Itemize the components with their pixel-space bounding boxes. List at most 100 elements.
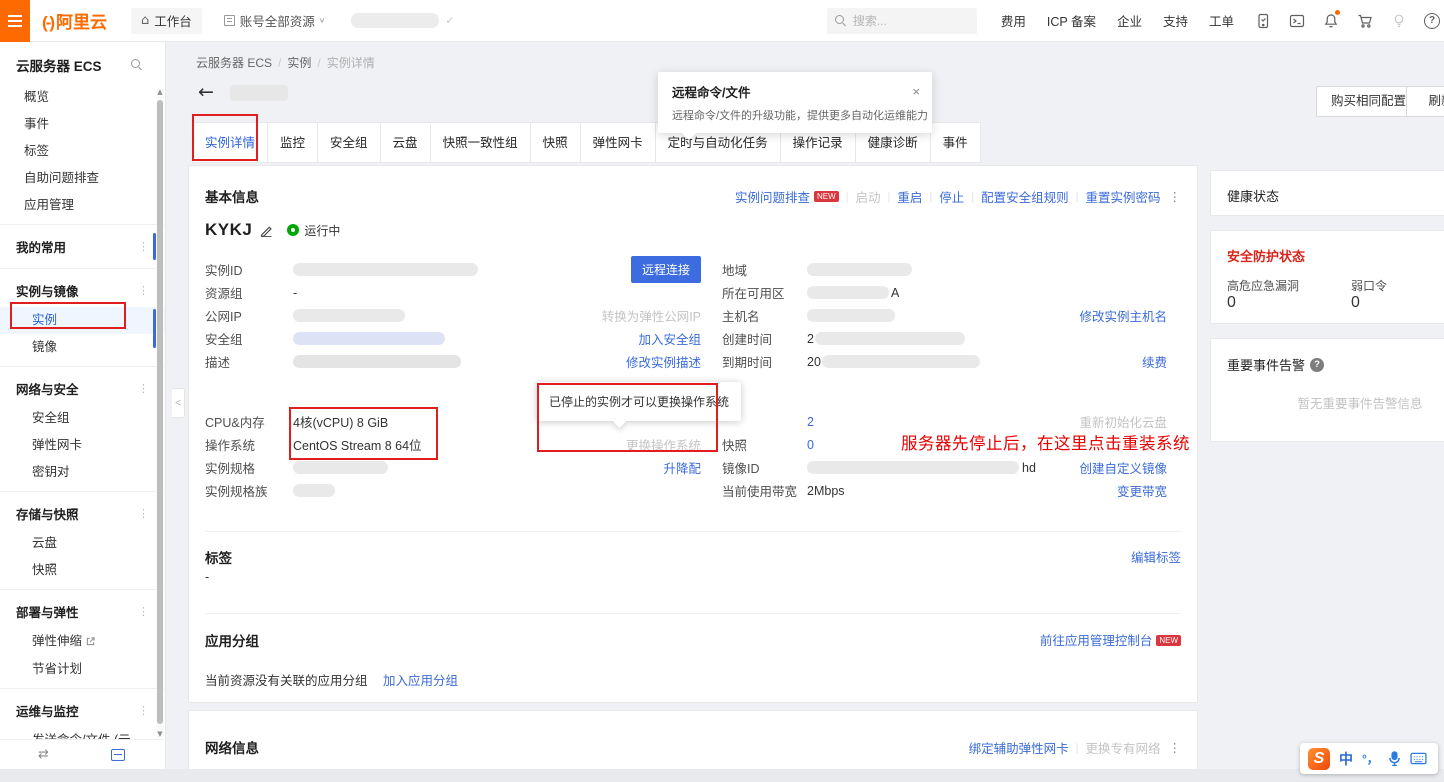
account-resources-dropdown[interactable]: 账号全部资源 ∨	[224, 11, 326, 30]
breadcrumb-instances[interactable]: 实例	[287, 56, 311, 70]
upgrade-downgrade-link[interactable]: 升降配	[663, 462, 701, 476]
refresh-button[interactable]: 刷新	[1406, 86, 1444, 117]
change-bandwidth-link[interactable]: 变更带宽	[1117, 485, 1167, 499]
topbar-menu-billing[interactable]: 费用	[1001, 11, 1026, 30]
more-actions-icon[interactable]: ⋮	[1169, 740, 1182, 755]
sidebar-group-network-security[interactable]: 网络与安全⋮	[0, 372, 165, 405]
stop-link[interactable]: 停止	[939, 187, 964, 206]
restart-link[interactable]: 重启	[897, 187, 922, 206]
workbench-button[interactable]: ⌂ 工作台	[131, 8, 202, 34]
more-icon[interactable]: ⋮	[138, 507, 149, 520]
remote-connect-button[interactable]: 远程连接	[631, 256, 701, 283]
snapshot-count-link[interactable]: 0	[807, 438, 814, 452]
switch-version-icon[interactable]: ⇄	[38, 747, 49, 762]
edit-tags-link[interactable]: 编辑标签	[1131, 547, 1181, 566]
help-icon[interactable]: ?	[1424, 13, 1440, 29]
create-custom-image-link[interactable]: 创建自定义镜像	[1079, 462, 1167, 476]
status-text: 运行中	[304, 222, 340, 239]
edit-hostname-link[interactable]: 修改实例主机名	[1079, 310, 1167, 324]
more-actions-icon[interactable]: ⋮	[1169, 189, 1182, 204]
scrollbar-thumb[interactable]	[157, 100, 163, 724]
tab-snapshots[interactable]: 快照	[530, 122, 581, 163]
global-search[interactable]	[827, 8, 977, 34]
tab-monitoring[interactable]: 监控	[267, 122, 318, 163]
topbar-menu-icp[interactable]: ICP 备案	[1047, 11, 1096, 30]
sidebar-group-deployment-elasticity[interactable]: 部署与弹性⋮	[0, 595, 165, 628]
more-icon[interactable]: ⋮	[138, 240, 149, 253]
sidebar-item-instances[interactable]: 实例	[0, 307, 165, 334]
tab-disks[interactable]: 云盘	[380, 122, 431, 163]
sidebar-item-overview[interactable]: 概览	[0, 84, 165, 111]
sidebar-item-keypairs[interactable]: 密钥对	[0, 459, 165, 486]
topbar-menu-ticket[interactable]: 工单	[1209, 11, 1234, 30]
cloudshell-terminal-icon[interactable]	[1288, 12, 1305, 29]
renew-link[interactable]: 续费	[1142, 356, 1167, 370]
sidebar-scrollbar[interactable]: ▲ ▼	[156, 88, 164, 738]
ime-language-toggle[interactable]: 中	[1339, 749, 1353, 769]
sidebar-group-ops-monitoring[interactable]: 运维与监控⋮	[0, 694, 165, 727]
mobile-app-icon[interactable]	[1254, 12, 1271, 29]
tab-eni[interactable]: 弹性网卡	[580, 122, 656, 163]
collapse-panel-handle[interactable]: <	[172, 388, 185, 418]
bind-secondary-eni-link[interactable]: 绑定辅助弹性网卡	[969, 738, 1069, 757]
more-icon[interactable]: ⋮	[138, 382, 149, 395]
sidebar-item-autoscaling[interactable]: 弹性伸缩	[0, 628, 165, 656]
sidebar-item-snapshots[interactable]: 快照	[0, 557, 165, 584]
search-input[interactable]	[853, 14, 963, 28]
sidebar-nav: 概览 事件 标签 自助问题排查 应用管理 我的常用⋮ 实例与镜像⋮ 实例 镜像 …	[0, 84, 165, 757]
more-icon[interactable]: ⋮	[138, 605, 149, 618]
sidebar-item-eni[interactable]: 弹性网卡	[0, 432, 165, 459]
ime-punctuation-toggle[interactable]: °，	[1362, 754, 1379, 764]
reset-password-link[interactable]: 重置实例密码	[1085, 187, 1160, 206]
tab-instance-detail[interactable]: 实例详情	[192, 122, 268, 163]
notifications-bell-icon[interactable]	[1322, 12, 1339, 29]
sidebar-item-app-management[interactable]: 应用管理	[0, 192, 165, 219]
hamburger-menu-button[interactable]	[0, 0, 30, 42]
divider	[0, 268, 165, 269]
sidebar-group-storage-snapshots[interactable]: 存储与快照⋮	[0, 497, 165, 530]
breadcrumb-ecs[interactable]: 云服务器 ECS	[196, 56, 272, 70]
sogou-logo[interactable]: S	[1308, 748, 1330, 770]
sidebar-item-disks[interactable]: 云盘	[0, 530, 165, 557]
tab-events[interactable]: 事件	[930, 122, 981, 163]
sidebar-item-tags[interactable]: 标签	[0, 138, 165, 165]
status-running-icon	[287, 224, 299, 236]
join-app-group-link[interactable]: 加入应用分组	[383, 674, 458, 688]
sidebar-item-self-troubleshoot[interactable]: 自助问题排查	[0, 165, 165, 192]
disk-count-link[interactable]: 2	[807, 415, 814, 429]
scroll-down-icon[interactable]: ▼	[156, 730, 164, 738]
topbar-menu-support[interactable]: 支持	[1163, 11, 1188, 30]
sidebar-group-instances-images[interactable]: 实例与镜像⋮	[0, 274, 165, 307]
aliyun-logo[interactable]: (-) 阿里云	[42, 8, 107, 33]
goto-app-console-link[interactable]: 前往应用管理控制台	[1040, 634, 1153, 648]
troubleshoot-link[interactable]: 实例问题排查	[735, 187, 810, 206]
sidebar-item-images[interactable]: 镜像	[0, 334, 165, 361]
notification-dot	[1335, 10, 1340, 15]
back-button[interactable]: ←	[198, 82, 214, 102]
scroll-up-icon[interactable]: ▲	[156, 88, 164, 96]
sidebar-search-icon[interactable]	[131, 59, 143, 71]
edit-description-link[interactable]: 修改实例描述	[626, 356, 701, 370]
close-icon[interactable]: ×	[912, 84, 920, 99]
tab-snapshot-consistency-groups[interactable]: 快照一致性组	[430, 122, 531, 163]
help-icon[interactable]: ?	[1310, 358, 1324, 372]
redacted-value	[293, 332, 445, 345]
tab-security-groups[interactable]: 安全组	[317, 122, 381, 163]
lightbulb-icon[interactable]	[1390, 12, 1407, 29]
config-sg-rules-link[interactable]: 配置安全组规则	[981, 187, 1069, 206]
sidebar-item-events[interactable]: 事件	[0, 111, 165, 138]
sidebar-item-security-groups[interactable]: 安全组	[0, 405, 165, 432]
sidebar-item-savings-plan[interactable]: 节省计划	[0, 656, 165, 683]
external-link-icon	[86, 635, 95, 650]
sidebar-group-favorites[interactable]: 我的常用⋮	[0, 230, 165, 263]
shopping-cart-icon[interactable]	[1356, 12, 1373, 29]
more-icon[interactable]: ⋮	[138, 284, 149, 297]
keyboard-icon[interactable]	[1410, 752, 1427, 765]
more-icon[interactable]: ⋮	[138, 704, 149, 717]
main-content: 云服务器 ECS/实例/实例详情 ← 购买相同配置 刷新 实例详情 监控 安全组…	[166, 42, 1444, 769]
join-security-group-link[interactable]: 加入安全组	[638, 333, 701, 347]
edit-name-icon[interactable]	[260, 224, 273, 237]
microphone-icon[interactable]	[1388, 751, 1401, 766]
collapse-sidebar-icon[interactable]	[111, 749, 125, 761]
topbar-menu-enterprise[interactable]: 企业	[1117, 11, 1142, 30]
